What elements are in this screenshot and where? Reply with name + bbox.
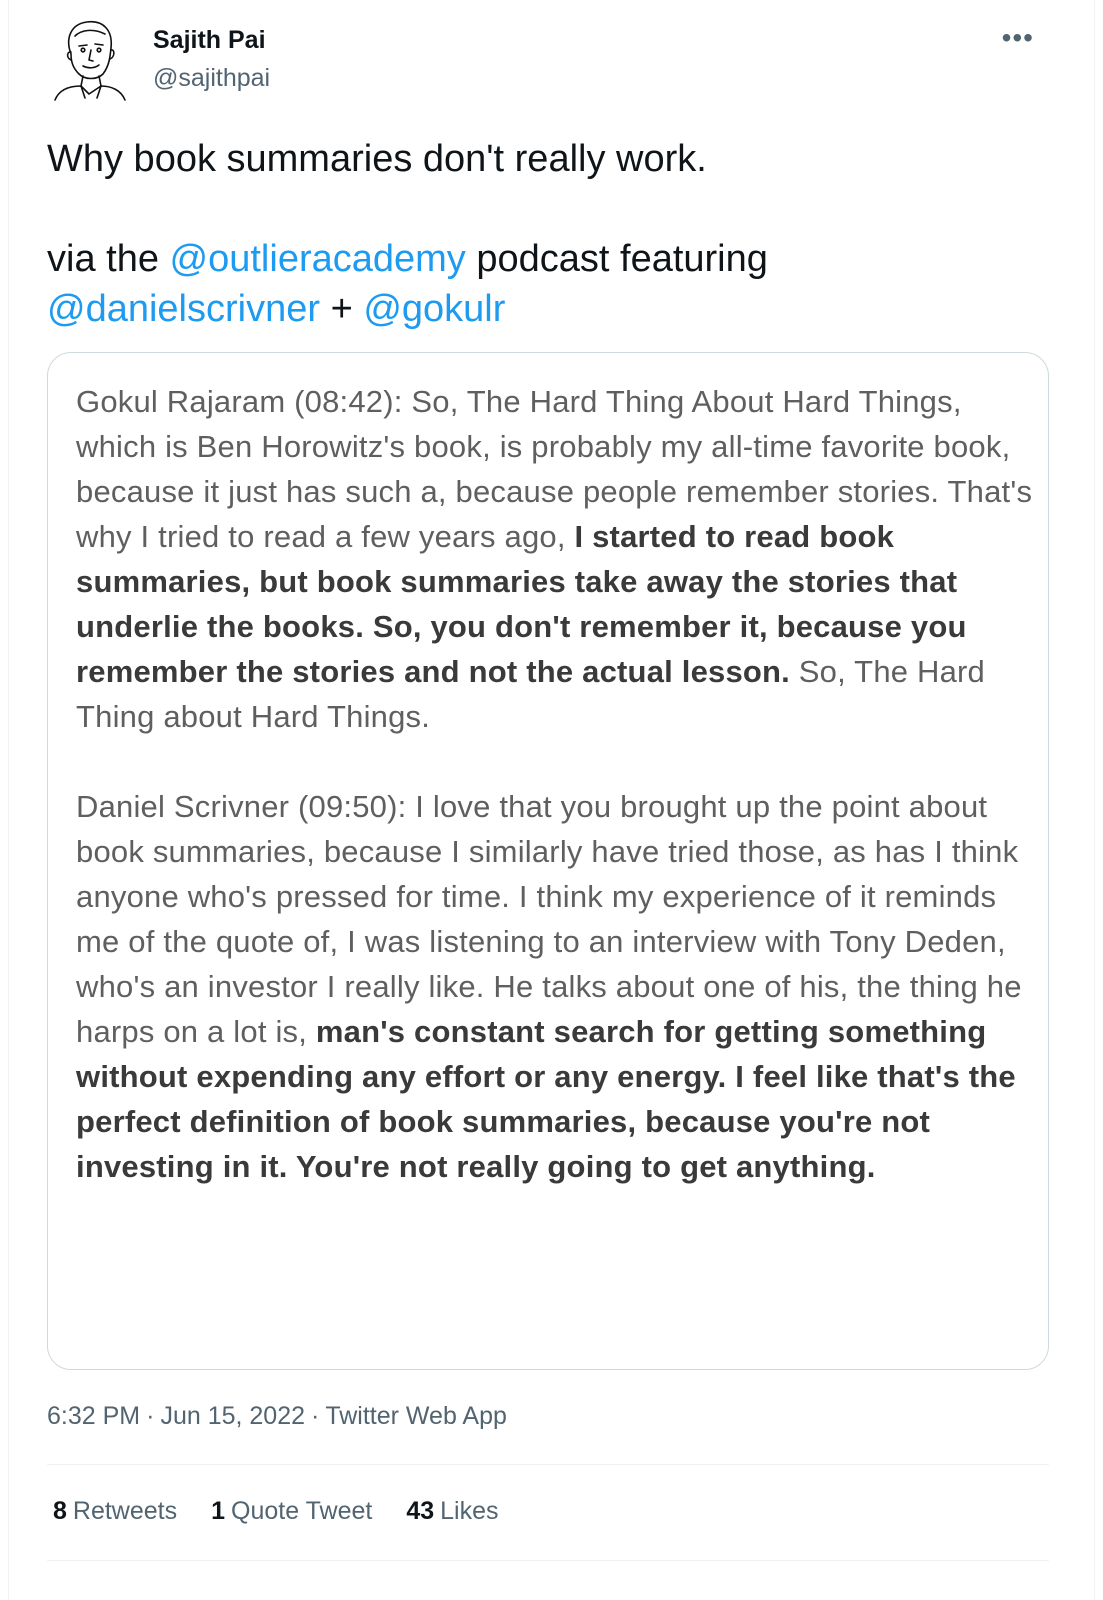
avatar[interactable] xyxy=(49,14,129,102)
tweet-card: Sajith Pai @sajithpai ••• Why book summa… xyxy=(8,0,1095,1600)
tweet-text-via: via the xyxy=(47,238,170,280)
engagement-stats: 8 Retweets 1 Quote Tweet 43 Likes xyxy=(53,1497,499,1526)
tweet-meta: 6:32 PM · Jun 15, 2022 · Twitter Web App xyxy=(47,1402,507,1431)
transcript-paragraph-gokul: Gokul Rajaram (08:42): So, The Hard Thin… xyxy=(76,379,1036,739)
tweet-image[interactable]: Gokul Rajaram (08:42): So, The Hard Thin… xyxy=(47,352,1049,1370)
more-options-icon[interactable]: ••• xyxy=(1002,24,1034,52)
author-handle[interactable]: @sajithpai xyxy=(153,64,270,93)
quote-tweets-count: 1 xyxy=(211,1497,226,1525)
tweet-source[interactable]: Twitter Web App xyxy=(325,1402,507,1430)
retweets-label: Retweets xyxy=(72,1497,178,1525)
transcript-text: Gokul Rajaram (08:42): So, The Hard Thin… xyxy=(76,379,1036,1189)
likes-label: Likes xyxy=(440,1497,499,1525)
tweet-line-2: via the @outlieracademy podcast featurin… xyxy=(47,234,1047,284)
tweet-text-plus: + xyxy=(320,288,364,330)
tweet-date[interactable]: Jun 15, 2022 xyxy=(160,1402,305,1430)
quote-tweets-stat[interactable]: 1 Quote Tweet xyxy=(211,1497,372,1526)
mention-outlieracademy[interactable]: @outlieracademy xyxy=(170,238,466,280)
retweets-count: 8 xyxy=(53,1497,67,1525)
likes-count: 43 xyxy=(406,1497,435,1525)
divider xyxy=(47,1464,1049,1465)
meta-separator: · xyxy=(146,1402,155,1430)
transcript-paragraph-daniel: Daniel Scrivner (09:50): I love that you… xyxy=(76,784,1036,1189)
mention-gokulr[interactable]: @gokulr xyxy=(363,288,505,330)
tweet-text-podcast: podcast featuring xyxy=(465,238,768,280)
transcript-daniel-plain: Daniel Scrivner (09:50): I love that you… xyxy=(76,789,1022,1049)
tweet-text: Why book summaries don't really work. vi… xyxy=(47,134,1047,334)
quote-tweets-label: Quote Tweet xyxy=(231,1497,373,1525)
meta-separator: · xyxy=(311,1402,320,1430)
tweet-time[interactable]: 6:32 PM xyxy=(47,1402,140,1430)
likes-stat[interactable]: 43 Likes xyxy=(406,1497,498,1526)
divider xyxy=(47,1560,1049,1561)
tweet-line-1: Why book summaries don't really work. xyxy=(47,138,707,180)
avatar-sketch-icon xyxy=(54,21,126,101)
tweet-line-3: @danielscrivner + @gokulr xyxy=(47,284,1047,334)
author-name[interactable]: Sajith Pai xyxy=(153,26,266,55)
retweets-stat[interactable]: 8 Retweets xyxy=(53,1497,177,1526)
mention-danielscrivner[interactable]: @danielscrivner xyxy=(47,288,320,330)
